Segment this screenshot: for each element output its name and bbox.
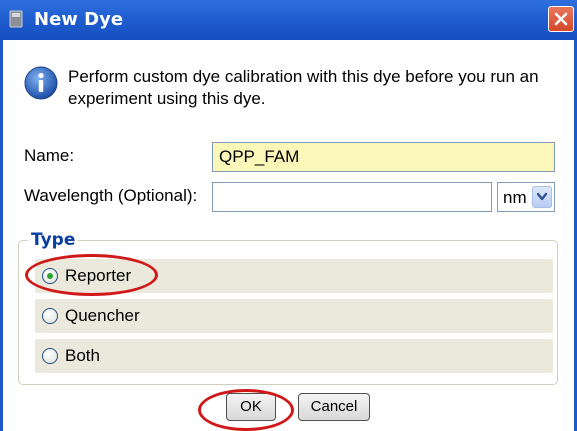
quencher-label: Quencher	[65, 306, 140, 325]
unit-value: nm	[503, 188, 527, 207]
wavelength-unit-select[interactable]: nm	[497, 182, 555, 212]
both-label: Both	[65, 346, 100, 365]
both-radio[interactable]	[42, 348, 58, 364]
ok-highlight-annotation	[198, 389, 294, 431]
window-title: New Dye	[34, 9, 124, 30]
type-option-quencher[interactable]: Quencher	[35, 299, 553, 333]
name-input[interactable]	[212, 142, 555, 172]
type-group-legend: Type	[28, 230, 79, 250]
chevron-down-icon	[536, 192, 548, 201]
wavelength-input[interactable]	[212, 182, 492, 212]
wavelength-label: Wavelength (Optional):	[24, 186, 198, 205]
unit-dropdown-button[interactable]	[532, 186, 552, 208]
quencher-radio[interactable]	[42, 308, 58, 324]
window-icon	[8, 10, 26, 28]
close-button[interactable]	[548, 6, 574, 32]
new-dye-dialog: New Dye Perform custom dye calibration w…	[0, 0, 577, 431]
title-bar[interactable]: New Dye	[0, 0, 577, 40]
info-message: Perform custom dye calibration with this…	[68, 67, 539, 108]
window-frame-left	[0, 40, 3, 431]
type-option-both[interactable]: Both	[35, 339, 553, 373]
reporter-highlight-annotation	[25, 254, 158, 296]
cancel-button[interactable]: Cancel	[298, 393, 370, 421]
name-label: Name:	[24, 146, 75, 165]
close-icon	[554, 12, 568, 26]
info-icon	[24, 66, 58, 100]
